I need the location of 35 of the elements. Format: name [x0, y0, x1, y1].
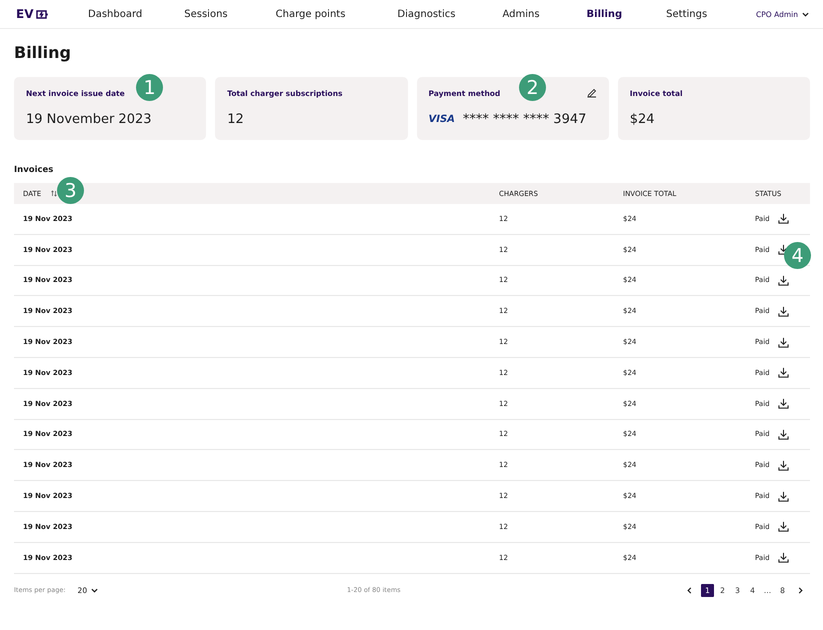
- download-icon[interactable]: [778, 552, 789, 564]
- chevron-down-icon: [802, 10, 809, 18]
- logo-icon: [36, 10, 48, 18]
- card-number: **** **** **** 3947: [462, 112, 586, 127]
- chevron-left-icon: [686, 586, 693, 594]
- nav-tab[interactable]: Billing: [586, 8, 622, 20]
- sort-icon[interactable]: [51, 190, 58, 197]
- visa-logo: VISA: [428, 114, 455, 125]
- download-icon[interactable]: [778, 521, 789, 532]
- chevron-down-icon: [91, 586, 98, 594]
- callout-marker: 3: [57, 177, 84, 204]
- nav-tab[interactable]: Admins: [502, 8, 540, 20]
- chevron-right-icon: [797, 586, 804, 594]
- card-value: $24: [630, 112, 655, 127]
- card-value: 12: [227, 112, 244, 127]
- download-icon[interactable]: [778, 306, 789, 317]
- card-value: 19 November 2023: [26, 112, 152, 127]
- nav-tab[interactable]: Charge points: [276, 8, 346, 20]
- download-icon[interactable]: [778, 490, 789, 502]
- download-icon[interactable]: [778, 460, 789, 471]
- nav-tab[interactable]: Settings: [666, 8, 708, 20]
- download-icon[interactable]: [778, 213, 789, 224]
- section-title: Invoices: [14, 165, 54, 175]
- edit-icon[interactable]: [586, 88, 597, 98]
- download-icon[interactable]: [778, 274, 789, 286]
- download-icon[interactable]: [778, 398, 789, 410]
- download-icon[interactable]: [778, 428, 789, 440]
- logo-text: EV: [16, 7, 34, 21]
- nav-tab[interactable]: Sessions: [184, 8, 228, 20]
- nav-tab[interactable]: Dashboard: [88, 8, 142, 20]
- download-icon[interactable]: [778, 367, 789, 378]
- nav-tab[interactable]: Diagnostics: [397, 8, 456, 20]
- callout-marker: 4: [784, 242, 811, 269]
- download-icon[interactable]: [778, 336, 789, 348]
- page-title: Billing: [14, 43, 72, 62]
